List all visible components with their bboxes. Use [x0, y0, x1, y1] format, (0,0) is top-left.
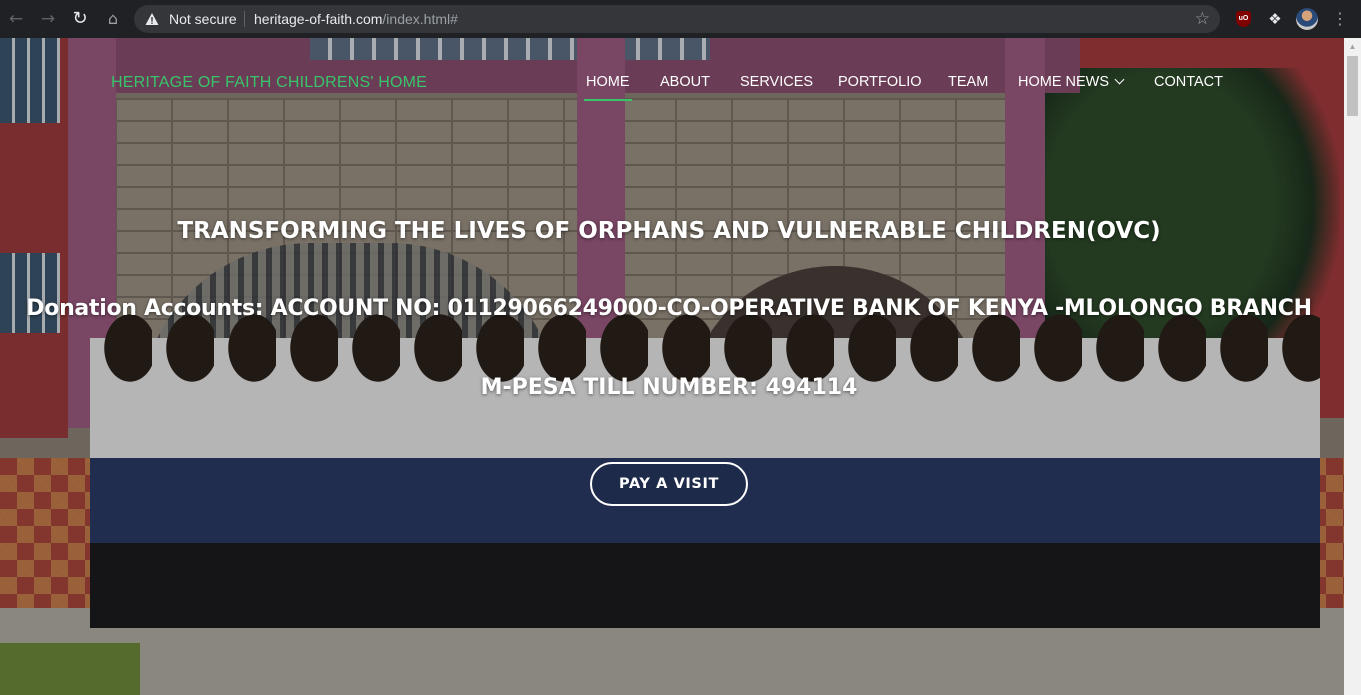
extensions-puzzle-icon[interactable]: ❖	[1266, 10, 1284, 28]
ublock-origin-icon[interactable]: uO	[1236, 11, 1251, 27]
star-icon[interactable]: ☆	[1195, 9, 1210, 29]
more-vert-icon[interactable]: ⋮	[1332, 9, 1348, 29]
nav-contact[interactable]: CONTACT	[1154, 74, 1223, 90]
home-icon[interactable]: ⌂	[103, 9, 123, 29]
warning-icon[interactable]	[145, 12, 159, 26]
url-text[interactable]: heritage-of-faith.com/index.html#	[254, 11, 458, 27]
hero-headline: TRANSFORMING THE LIVES OF ORPHANS AND VU…	[177, 218, 1161, 244]
nav-team[interactable]: TEAM	[948, 74, 988, 90]
mpesa-till-text: M-PESA TILL NUMBER: 494114	[480, 375, 858, 400]
hero-overlay	[0, 38, 1344, 695]
url-host: heritage-of-faith.com	[254, 11, 383, 27]
nav-services[interactable]: SERVICES	[740, 74, 813, 90]
scrollbar-thumb[interactable]	[1347, 56, 1358, 116]
forward-arrow-icon[interactable]: →	[38, 9, 58, 29]
page-scrollbar[interactable]: ▲	[1344, 38, 1361, 695]
back-arrow-icon[interactable]: ←	[6, 9, 26, 29]
chevron-down-icon	[1114, 74, 1125, 85]
nav-home[interactable]: HOME	[584, 74, 631, 101]
address-bar[interactable]: Not secure heritage-of-faith.com/index.h…	[134, 5, 1220, 33]
donation-accounts-text: Donation Accounts: ACCOUNT NO: 011290662…	[26, 296, 1312, 321]
nav-home-news-label: HOME NEWS	[1018, 74, 1110, 90]
security-status[interactable]: Not secure	[169, 11, 237, 27]
nav-home-news-dropdown[interactable]: HOME NEWS	[1018, 74, 1125, 90]
profile-avatar[interactable]	[1296, 8, 1318, 30]
main-navigation: HOME ABOUT SERVICES PORTFOLIO TEAM HOME …	[0, 74, 1344, 101]
browser-toolbar: ← → ↻ ⌂ Not secure heritage-of-faith.com…	[0, 0, 1361, 38]
nav-portfolio[interactable]: PORTFOLIO	[838, 74, 922, 90]
pay-a-visit-button[interactable]: PAY A VISIT	[590, 462, 748, 506]
url-path: /index.html#	[382, 11, 458, 27]
nav-about[interactable]: ABOUT	[660, 74, 710, 90]
reload-icon[interactable]: ↻	[70, 9, 90, 29]
page-viewport: HERITAGE OF FAITH CHILDRENS' HOME HOME A…	[0, 38, 1344, 695]
scroll-up-icon[interactable]: ▲	[1344, 38, 1361, 55]
omnibox-divider	[244, 11, 245, 27]
